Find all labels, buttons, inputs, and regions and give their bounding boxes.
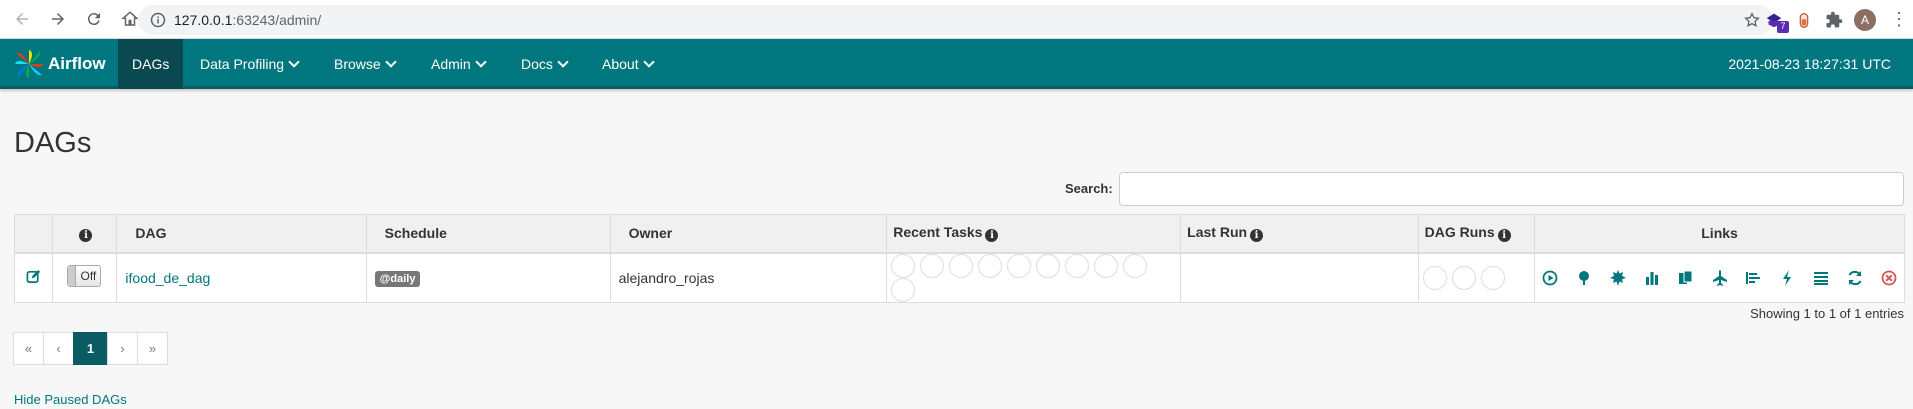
recent-tasks-cell bbox=[886, 252, 1182, 303]
page-1-button[interactable]: 1 bbox=[73, 332, 108, 365]
task-state-circle[interactable] bbox=[1065, 253, 1090, 278]
dag-run-state-circle[interactable] bbox=[1480, 265, 1505, 290]
dag-run-state-circle[interactable] bbox=[1451, 265, 1476, 290]
task-tries-icon[interactable] bbox=[1678, 270, 1694, 286]
header-recent-tasks: Recent Tasks i bbox=[886, 214, 1182, 254]
header-toggle: i bbox=[51, 214, 118, 254]
task-state-circle[interactable] bbox=[1123, 253, 1148, 278]
task-state-circle[interactable] bbox=[920, 253, 945, 278]
header-dag[interactable]: DAG bbox=[116, 214, 367, 254]
schedule-badge[interactable]: @daily bbox=[374, 270, 421, 287]
nav-about[interactable]: About bbox=[588, 39, 667, 89]
nav-docs[interactable]: Docs bbox=[507, 39, 581, 89]
task-state-circle[interactable] bbox=[1094, 253, 1119, 278]
dag-link[interactable]: ifood_de_dag bbox=[125, 270, 210, 286]
info-icon[interactable]: i bbox=[79, 229, 93, 243]
hide-paused-dags-link[interactable]: Hide Paused DAGs bbox=[14, 392, 127, 407]
task-state-circle[interactable] bbox=[891, 253, 916, 278]
chevron-down-icon bbox=[642, 56, 655, 68]
task-state-circle[interactable] bbox=[949, 253, 974, 278]
dag-run-state-circle[interactable] bbox=[1422, 265, 1447, 290]
table-row: Off ifood_de_dag @daily alejandro_rojas bbox=[14, 252, 1905, 303]
task-state-circle[interactable] bbox=[978, 253, 1003, 278]
links-cell bbox=[1534, 252, 1905, 303]
header-last-run: Last Run i bbox=[1180, 214, 1419, 254]
info-icon[interactable]: i bbox=[1250, 229, 1264, 243]
site-info-icon[interactable] bbox=[150, 12, 166, 28]
nav-admin[interactable]: Admin bbox=[417, 39, 499, 89]
bookmark-star-icon[interactable] bbox=[1743, 11, 1761, 29]
header-dag-runs: DAG Runs i bbox=[1417, 214, 1536, 254]
chevron-down-icon bbox=[557, 56, 569, 68]
chevron-down-icon bbox=[385, 56, 397, 68]
last-run-cell bbox=[1180, 252, 1419, 303]
forward-arrow-icon[interactable] bbox=[44, 5, 72, 33]
tree-view-icon[interactable] bbox=[1576, 270, 1592, 286]
back-arrow-icon[interactable] bbox=[8, 5, 36, 33]
browser-toolbar: 127.0.0.1:63243/admin/ 7 A ⋮ bbox=[0, 0, 1913, 39]
last-page-button[interactable]: » bbox=[137, 332, 168, 365]
owner-cell: alejandro_rojas bbox=[609, 252, 888, 303]
header-edit bbox=[14, 214, 53, 254]
task-state-circle[interactable] bbox=[891, 277, 916, 302]
trigger-dag-icon[interactable] bbox=[1542, 270, 1558, 286]
search-label: Search: bbox=[1065, 181, 1113, 196]
airflow-navbar: Airflow DAGs Data Profiling Browse Admin… bbox=[0, 39, 1913, 89]
table-header-row: i DAG Schedule Owner Recent Tasks i Last … bbox=[14, 214, 1905, 254]
address-bar[interactable]: 127.0.0.1:63243/admin/ bbox=[138, 5, 1773, 35]
header-schedule[interactable]: Schedule bbox=[365, 214, 611, 254]
page-title: DAGs bbox=[14, 127, 92, 159]
code-view-icon[interactable] bbox=[1779, 270, 1795, 287]
delete-dag-icon[interactable] bbox=[1881, 270, 1897, 286]
next-page-button[interactable]: › bbox=[107, 332, 138, 365]
nav-data-profiling[interactable]: Data Profiling bbox=[186, 39, 312, 89]
chevron-down-icon bbox=[475, 56, 487, 68]
task-state-circle[interactable] bbox=[1036, 253, 1061, 278]
airflow-logo-icon bbox=[15, 50, 43, 78]
info-icon[interactable]: i bbox=[1497, 229, 1511, 243]
logs-icon[interactable] bbox=[1813, 270, 1829, 286]
schedule-cell: @daily bbox=[365, 252, 611, 303]
nav-browse[interactable]: Browse bbox=[320, 39, 409, 89]
toggle-cell: Off bbox=[51, 252, 118, 303]
header-links: Links bbox=[1534, 214, 1905, 254]
extension-bottle-icon[interactable] bbox=[1793, 9, 1815, 31]
search-input[interactable] bbox=[1119, 172, 1904, 206]
extension-badge: 7 bbox=[1777, 21, 1789, 33]
dag-runs-cell bbox=[1417, 252, 1536, 303]
airflow-brand[interactable]: Airflow bbox=[12, 47, 106, 81]
browser-menu-icon[interactable]: ⋮ bbox=[1890, 9, 1908, 31]
chevron-down-icon bbox=[288, 56, 300, 68]
server-time: 2021-08-23 18:27:31 UTC bbox=[1728, 56, 1891, 72]
edit-cell bbox=[14, 252, 53, 303]
url-text: 127.0.0.1:63243/admin/ bbox=[174, 12, 322, 28]
task-state-circle[interactable] bbox=[1007, 253, 1032, 278]
header-owner[interactable]: Owner bbox=[609, 214, 888, 254]
first-page-button[interactable]: « bbox=[13, 332, 44, 365]
gantt-icon[interactable] bbox=[1745, 270, 1761, 286]
dags-table: i DAG Schedule Owner Recent Tasks i Last … bbox=[14, 214, 1905, 303]
extension-icon[interactable]: 7 bbox=[1763, 9, 1789, 33]
info-icon[interactable]: i bbox=[985, 229, 999, 243]
task-duration-icon[interactable] bbox=[1644, 270, 1660, 286]
pagination: « ‹ 1 › » bbox=[13, 332, 168, 365]
table-info: Showing 1 to 1 of 1 entries bbox=[1750, 306, 1904, 321]
previous-page-button[interactable]: ‹ bbox=[43, 332, 74, 365]
dag-id-cell: ifood_de_dag bbox=[116, 252, 367, 303]
profile-avatar[interactable]: A bbox=[1854, 9, 1876, 31]
refresh-icon[interactable] bbox=[1847, 270, 1863, 286]
nav-dags[interactable]: DAGs bbox=[118, 39, 184, 89]
graph-view-icon[interactable] bbox=[1609, 270, 1626, 287]
extensions-puzzle-icon[interactable] bbox=[1823, 9, 1845, 31]
reload-icon[interactable] bbox=[80, 5, 108, 33]
edit-icon[interactable] bbox=[26, 269, 41, 284]
landing-times-icon[interactable] bbox=[1712, 270, 1728, 287]
brand-name: Airflow bbox=[48, 54, 106, 73]
dag-pause-toggle[interactable]: Off bbox=[67, 265, 102, 287]
